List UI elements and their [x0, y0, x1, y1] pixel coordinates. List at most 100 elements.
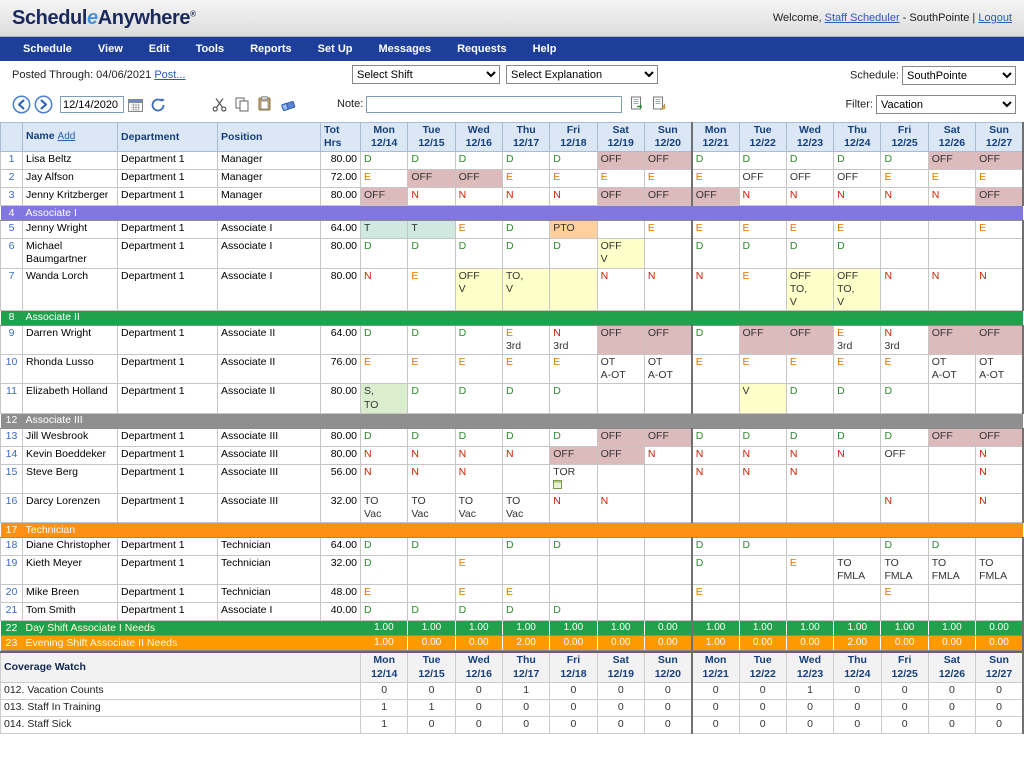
- schedule-cell[interactable]: [976, 384, 1023, 413]
- schedule-cell[interactable]: E: [455, 355, 502, 384]
- schedule-cell[interactable]: D: [692, 325, 739, 354]
- schedule-cell[interactable]: E: [739, 355, 786, 384]
- schedule-cell[interactable]: E: [502, 585, 549, 603]
- row-number[interactable]: 1: [1, 152, 23, 170]
- schedule-cell[interactable]: N: [786, 188, 833, 206]
- schedule-cell[interactable]: D: [361, 556, 408, 585]
- menu-item-edit[interactable]: Edit: [136, 43, 183, 55]
- schedule-cell[interactable]: D: [881, 428, 928, 446]
- schedule-cell[interactable]: OFF: [644, 428, 691, 446]
- schedule-cell[interactable]: D: [786, 239, 833, 268]
- schedule-cell[interactable]: OFFV: [455, 268, 502, 310]
- schedule-cell[interactable]: OFF: [976, 152, 1023, 170]
- schedule-cell[interactable]: [739, 493, 786, 522]
- schedule-cell[interactable]: D: [502, 221, 549, 239]
- schedule-cell[interactable]: [644, 585, 691, 603]
- schedule-cell[interactable]: E: [408, 355, 455, 384]
- row-number[interactable]: 3: [1, 188, 23, 206]
- schedule-cell[interactable]: N: [455, 464, 502, 493]
- menu-item-messages[interactable]: Messages: [365, 43, 444, 55]
- schedule-cell[interactable]: N: [739, 464, 786, 493]
- schedule-cell[interactable]: D: [786, 384, 833, 413]
- schedule-cell[interactable]: N: [692, 268, 739, 310]
- schedule-cell[interactable]: N: [550, 188, 597, 206]
- schedule-cell[interactable]: OFF: [928, 325, 975, 354]
- schedule-cell[interactable]: OFF: [976, 188, 1023, 206]
- schedule-cell[interactable]: N: [408, 188, 455, 206]
- schedule-cell[interactable]: E: [455, 556, 502, 585]
- schedule-cell[interactable]: N: [881, 493, 928, 522]
- schedule-cell[interactable]: D: [361, 239, 408, 268]
- schedule-cell[interactable]: D: [692, 239, 739, 268]
- schedule-cell[interactable]: [408, 585, 455, 603]
- schedule-cell[interactable]: E: [408, 268, 455, 310]
- schedule-cell[interactable]: E: [644, 221, 691, 239]
- menu-item-reports[interactable]: Reports: [237, 43, 305, 55]
- schedule-cell[interactable]: D: [739, 152, 786, 170]
- schedule-cell[interactable]: E3rd: [502, 325, 549, 354]
- schedule-cell[interactable]: D: [928, 538, 975, 556]
- export-button[interactable]: [630, 96, 644, 111]
- schedule-cell[interactable]: OTA-OT: [597, 355, 644, 384]
- schedule-select[interactable]: SouthPointe: [902, 66, 1016, 85]
- logout-link[interactable]: Logout: [978, 12, 1012, 24]
- row-number[interactable]: 21: [1, 603, 23, 621]
- schedule-cell[interactable]: V: [739, 384, 786, 413]
- schedule-cell[interactable]: D: [881, 384, 928, 413]
- schedule-cell[interactable]: [408, 556, 455, 585]
- schedule-cell[interactable]: N: [739, 446, 786, 464]
- schedule-cell[interactable]: D: [361, 538, 408, 556]
- schedule-cell[interactable]: N: [597, 493, 644, 522]
- schedule-cell[interactable]: OFF: [550, 446, 597, 464]
- schedule-cell[interactable]: OFF: [644, 152, 691, 170]
- schedule-cell[interactable]: D: [692, 152, 739, 170]
- schedule-cell[interactable]: N: [976, 268, 1023, 310]
- schedule-cell[interactable]: [692, 603, 739, 621]
- schedule-cell[interactable]: OTA-OT: [976, 355, 1023, 384]
- schedule-cell[interactable]: [928, 239, 975, 268]
- schedule-cell[interactable]: N: [692, 446, 739, 464]
- schedule-cell[interactable]: OFFTO,V: [786, 268, 833, 310]
- schedule-cell[interactable]: [928, 464, 975, 493]
- calendar-button[interactable]: [128, 98, 143, 112]
- schedule-cell[interactable]: [455, 538, 502, 556]
- schedule-cell[interactable]: N: [834, 446, 881, 464]
- schedule-cell[interactable]: OFF: [692, 188, 739, 206]
- schedule-cell[interactable]: E: [881, 585, 928, 603]
- schedule-cell[interactable]: [976, 585, 1023, 603]
- schedule-cell[interactable]: D: [550, 603, 597, 621]
- schedule-cell[interactable]: [502, 464, 549, 493]
- schedule-cell[interactable]: N: [361, 464, 408, 493]
- schedule-cell[interactable]: TOVac: [361, 493, 408, 522]
- schedule-cell[interactable]: [644, 538, 691, 556]
- schedule-cell[interactable]: E: [550, 355, 597, 384]
- schedule-cell[interactable]: D: [550, 384, 597, 413]
- schedule-cell[interactable]: S,TO: [361, 384, 408, 413]
- schedule-cell[interactable]: TOFMLA: [834, 556, 881, 585]
- schedule-cell[interactable]: [928, 603, 975, 621]
- schedule-cell[interactable]: [786, 585, 833, 603]
- schedule-cell[interactable]: D: [455, 603, 502, 621]
- schedule-cell[interactable]: N: [361, 446, 408, 464]
- schedule-cell[interactable]: E: [692, 355, 739, 384]
- schedule-cell[interactable]: N: [644, 268, 691, 310]
- schedule-cell[interactable]: D: [692, 538, 739, 556]
- schedule-cell[interactable]: [550, 585, 597, 603]
- schedule-cell[interactable]: D: [739, 428, 786, 446]
- schedule-cell[interactable]: E: [597, 170, 644, 188]
- schedule-cell[interactable]: N: [881, 268, 928, 310]
- row-number[interactable]: 11: [1, 384, 23, 413]
- schedule-cell[interactable]: D: [834, 239, 881, 268]
- schedule-cell[interactable]: [597, 221, 644, 239]
- schedule-cell[interactable]: [834, 493, 881, 522]
- schedule-cell[interactable]: [739, 603, 786, 621]
- schedule-cell[interactable]: E: [692, 221, 739, 239]
- schedule-cell[interactable]: E: [786, 221, 833, 239]
- schedule-cell[interactable]: OFF: [597, 428, 644, 446]
- schedule-cell[interactable]: [739, 556, 786, 585]
- schedule-cell[interactable]: [597, 603, 644, 621]
- schedule-cell[interactable]: D: [361, 152, 408, 170]
- schedule-cell[interactable]: [597, 464, 644, 493]
- schedule-cell[interactable]: D: [881, 152, 928, 170]
- schedule-cell[interactable]: [834, 464, 881, 493]
